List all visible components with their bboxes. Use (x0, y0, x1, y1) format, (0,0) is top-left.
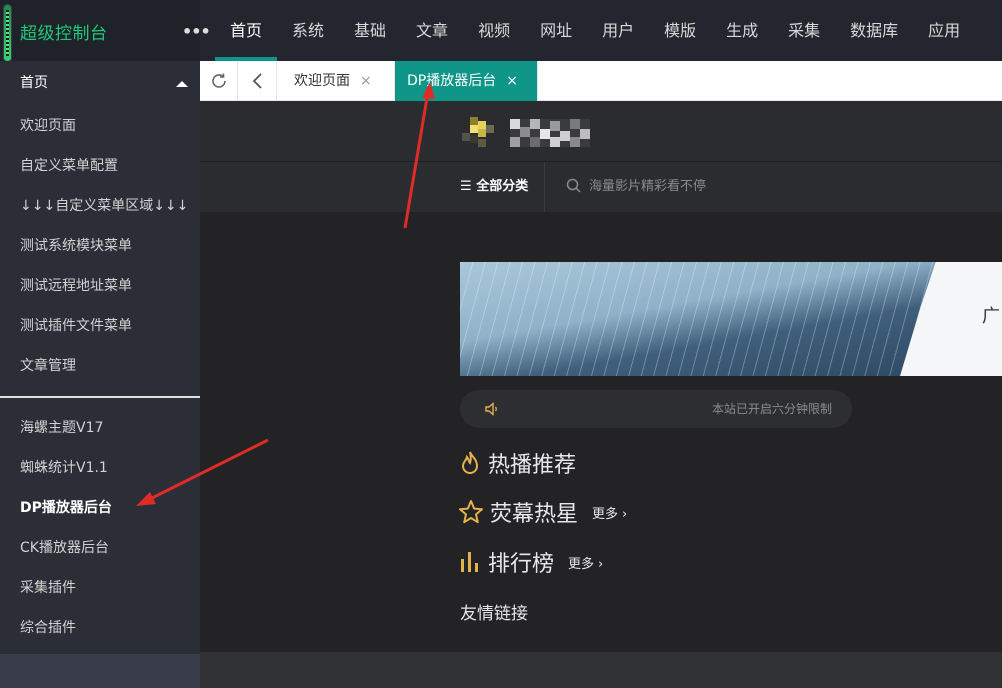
flame-icon (461, 451, 479, 474)
section-title: 荧幕热星 (490, 502, 579, 527)
section-stars: 荧幕热星 更多 › (458, 492, 627, 532)
star-icon (459, 500, 483, 524)
top-nav-database[interactable]: 数据库 (835, 0, 913, 61)
refresh-icon (211, 73, 226, 88)
app-title[interactable]: 超级控制台 (20, 19, 108, 44)
top-nav-url[interactable]: 网址 (525, 0, 587, 61)
tab-bar: 欢迎页面 × DP播放器后台 × (200, 61, 1002, 101)
section-ranking: 排行榜 更多 › (458, 542, 603, 582)
top-nav-video[interactable]: 视频 (463, 0, 525, 61)
sidebar-item-spider-stats[interactable]: 蜘蛛统计V1.1 (0, 448, 200, 488)
search-input[interactable]: 海量影片精彩看不停 (566, 162, 706, 212)
sidebar: 首页 欢迎页面 自定义菜单配置 ↓↓↓自定义菜单区域↓↓↓ 测试系统模块菜单 测… (0, 61, 200, 688)
sidebar-item-ck-player[interactable]: CK播放器后台 (0, 528, 200, 568)
sidebar-item-dp-player[interactable]: DP播放器后台 (0, 488, 200, 528)
site-logo[interactable] (462, 117, 502, 151)
more-link[interactable]: 更多 › (592, 503, 627, 522)
close-icon[interactable]: × (360, 73, 372, 89)
notice-bar: 本站已开启六分钟限制 (460, 390, 852, 428)
tab-label: 欢迎页面 (294, 73, 350, 89)
chevron-left-icon (252, 73, 262, 89)
sidebar-section-home[interactable]: 首页 (0, 61, 200, 106)
banner-text: 广 (982, 306, 1000, 327)
sidebar-group-main: 欢迎页面 自定义菜单配置 ↓↓↓自定义菜单区域↓↓↓ 测试系统模块菜单 测试远程… (0, 106, 200, 396)
page-footer-area (200, 652, 1002, 688)
brand-area: 超级控制台 ••• (0, 0, 211, 62)
site-subnav: ☰ 全部分类 海量影片精彩看不停 (200, 162, 1002, 212)
menu-icon: ☰ (460, 179, 477, 194)
top-nav-user[interactable]: 用户 (587, 0, 649, 61)
sidebar-item-custom-menu-config[interactable]: 自定义菜单配置 (0, 146, 200, 186)
site-main: 广 本站已开启六分钟限制 热播推荐 荧幕热星 更多 › 排行榜 更多 › 友情链… (200, 212, 1002, 652)
caret-up-icon (176, 81, 188, 87)
sidebar-item-article-manage[interactable]: 文章管理 (0, 346, 200, 386)
top-nav-generate[interactable]: 生成 (711, 0, 773, 61)
refresh-button[interactable] (200, 61, 238, 101)
sidebar-item-combined-plugin[interactable]: 综合插件 (0, 608, 200, 648)
top-nav-home[interactable]: 首页 (215, 0, 278, 61)
sidebar-item-hailuo-theme[interactable]: 海螺主题V17 (0, 408, 200, 448)
tab-dp-player[interactable]: DP播放器后台 × (395, 61, 538, 101)
speaker-icon (485, 401, 497, 417)
all-categories-label: 全部分类 (476, 179, 529, 194)
top-nav-system[interactable]: 系统 (277, 0, 339, 61)
more-label: 更多 (592, 506, 619, 522)
top-nav-basic[interactable]: 基础 (339, 0, 401, 61)
top-nav-apps[interactable]: 应用 (913, 0, 975, 61)
close-icon[interactable]: × (506, 73, 518, 89)
top-nav-article[interactable]: 文章 (401, 0, 463, 61)
sidebar-group-plugins: 海螺主题V17 蜘蛛统计V1.1 DP播放器后台 CK播放器后台 采集插件 综合… (0, 398, 200, 654)
tab-label: DP播放器后台 (407, 73, 497, 89)
brand-indicator-icon (3, 4, 12, 62)
back-button[interactable] (239, 61, 277, 101)
section-title: 排行榜 (488, 552, 555, 577)
site-name-blurred (510, 119, 590, 147)
sidebar-item-collect-plugin[interactable]: 采集插件 (0, 568, 200, 608)
chevron-right-icon: › (622, 506, 628, 522)
section-hot: 热播推荐 (458, 443, 576, 483)
content-frame: ☰ 全部分类 海量影片精彩看不停 广 本站已开启六分钟限制 热播推荐 荧幕热星 … (200, 101, 1002, 688)
sidebar-section-label: 首页 (20, 75, 48, 91)
top-nav-template[interactable]: 模版 (649, 0, 711, 61)
section-title: 热播推荐 (488, 453, 577, 478)
all-categories-button[interactable]: ☰ 全部分类 (460, 162, 546, 212)
top-nav-collect[interactable]: 采集 (773, 0, 835, 61)
top-nav: 首页 系统 基础 文章 视频 网址 用户 模版 生成 采集 数据库 应用 (215, 0, 975, 61)
sidebar-item-test-system-module[interactable]: 测试系统模块菜单 (0, 226, 200, 266)
search-placeholder: 海量影片精彩看不停 (589, 179, 707, 194)
sidebar-item-test-plugin-file[interactable]: 测试插件文件菜单 (0, 306, 200, 346)
sidebar-item-custom-menu-area[interactable]: ↓↓↓自定义菜单区域↓↓↓ (0, 186, 200, 226)
friend-links-title: 友情链接 (460, 604, 528, 624)
banner-image[interactable]: 广 (460, 262, 1002, 376)
bar-chart-icon (461, 552, 478, 572)
top-bar: 超级控制台 ••• 首页 系统 基础 文章 视频 网址 用户 模版 生成 采集 … (0, 0, 1002, 62)
sidebar-item-welcome[interactable]: 欢迎页面 (0, 106, 200, 146)
more-link[interactable]: 更多 › (568, 553, 603, 572)
chevron-right-icon: › (598, 556, 604, 572)
tab-welcome[interactable]: 欢迎页面 × (278, 61, 395, 101)
more-menu-icon[interactable]: ••• (182, 22, 211, 41)
search-icon (566, 178, 581, 193)
sidebar-item-test-remote-url[interactable]: 测试远程地址菜单 (0, 266, 200, 306)
notice-text: 本站已开启六分钟限制 (711, 402, 832, 416)
more-label: 更多 (568, 556, 595, 572)
site-header (200, 101, 1002, 162)
